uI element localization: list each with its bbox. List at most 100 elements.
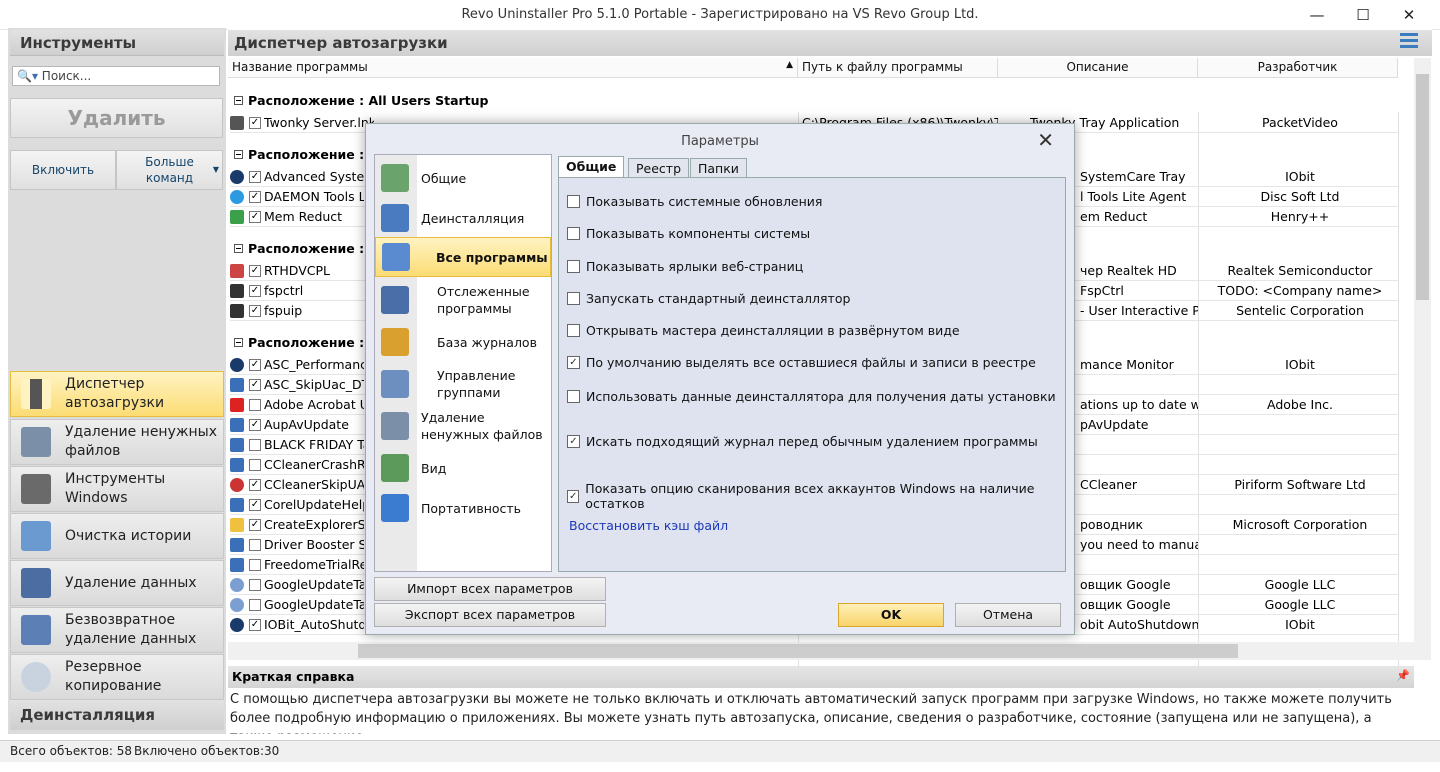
row-checkbox[interactable]: ✓ (249, 285, 261, 297)
option-checkbox[interactable] (567, 292, 580, 305)
import-settings-button[interactable]: Импорт всех параметров (374, 577, 606, 601)
row-checkbox[interactable]: ✓ (249, 479, 261, 491)
nav-all-programs[interactable]: Все программы (375, 237, 551, 277)
program-name: fspuip (264, 303, 303, 318)
tab-general[interactable]: Общие (558, 156, 625, 178)
column-path[interactable]: Путь к файлу программы (798, 58, 998, 78)
option-row[interactable]: Запускать стандартный деинсталлятор (567, 291, 850, 306)
program-developer: Henry++ (1270, 209, 1330, 224)
search-input[interactable]: 🔍▾ Поиск... (12, 66, 220, 86)
row-checkbox[interactable] (249, 559, 261, 571)
group-header[interactable]: Расположение : Re (234, 241, 387, 256)
uninstall-icon (381, 204, 409, 232)
nav-junk-files[interactable]: Удаление ненужных файлов (375, 406, 551, 446)
program-name: DAEMON Tools L (264, 189, 364, 204)
tab-folders[interactable]: Папки (690, 158, 747, 178)
tool-windows-tools[interactable]: Инструменты Windows (10, 466, 224, 512)
collapse-icon (234, 338, 243, 347)
ok-button[interactable]: OK (838, 603, 944, 627)
row-checkbox[interactable]: ✓ (249, 117, 261, 129)
tab-registry[interactable]: Реестр (628, 158, 690, 178)
option-row[interactable]: ✓ Показать опцию сканирования всех аккаун… (567, 481, 1065, 511)
row-checkbox[interactable]: ✓ (249, 619, 261, 631)
option-checkbox[interactable]: ✓ (567, 489, 580, 503)
row-checkbox[interactable] (249, 399, 261, 411)
collapse-icon (234, 150, 243, 159)
column-name[interactable]: Название программы ▲ (228, 58, 798, 78)
row-checkbox[interactable] (249, 439, 261, 451)
option-row[interactable]: Показывать системные обновления (567, 194, 822, 209)
tool-junk-files[interactable]: Удаление ненужных файлов (10, 419, 224, 465)
nav-tracked-programs[interactable]: Отслеженные программы (375, 280, 551, 320)
panel-title: Диспетчер автозагрузки (228, 30, 1432, 56)
junk-files-icon (381, 412, 409, 440)
option-checkbox[interactable] (567, 227, 580, 240)
nav-group-management[interactable]: Управление группами (375, 364, 551, 404)
uninstall-section-header[interactable]: Деинсталляция (10, 700, 224, 730)
row-checkbox[interactable] (249, 459, 261, 471)
tools-header: Инструменты (10, 30, 224, 56)
nav-uninstall[interactable]: Деинсталляция (375, 198, 551, 238)
row-checkbox[interactable]: ✓ (249, 211, 261, 223)
enabled-count: Включено объектов:30 (134, 744, 280, 758)
option-checkbox[interactable] (567, 260, 580, 273)
row-checkbox[interactable] (249, 599, 261, 611)
option-label: По умолчанию выделять все оставшиеся фай… (586, 355, 1036, 370)
vertical-scrollbar[interactable] (1414, 58, 1431, 660)
option-checkbox[interactable]: ✓ (567, 356, 580, 369)
cancel-button[interactable]: Отмена (955, 603, 1061, 627)
group-header[interactable]: Расположение : Re (234, 147, 387, 162)
program-description: CCleaner (1080, 477, 1138, 492)
row-checkbox[interactable]: ✓ (249, 379, 261, 391)
horizontal-scrollbar[interactable] (228, 642, 1414, 660)
row-checkbox[interactable]: ✓ (249, 519, 261, 531)
option-row[interactable]: Открывать мастера деинсталляции в развёр… (567, 323, 960, 338)
row-checkbox[interactable] (249, 539, 261, 551)
row-checkbox[interactable]: ✓ (249, 265, 261, 277)
option-row[interactable]: ✓ По умолчанию выделять все оставшиеся фа… (567, 355, 1036, 370)
tool-backup[interactable]: Резервное копирование (10, 654, 224, 700)
nav-portability[interactable]: Портативность (375, 488, 551, 528)
minimize-button[interactable]: — (1294, 0, 1340, 30)
row-checkbox[interactable] (249, 579, 261, 591)
option-row[interactable]: Использовать данные деинсталлятора для п… (567, 389, 1056, 404)
restore-cache-link[interactable]: Восстановить кэш файл (569, 518, 728, 533)
tool-data-removal[interactable]: Удаление данных (10, 560, 224, 606)
row-checkbox[interactable]: ✓ (249, 419, 261, 431)
row-checkbox[interactable]: ✓ (249, 359, 261, 371)
nav-logs-database[interactable]: База журналов (375, 322, 551, 362)
program-developer: Realtek Semiconductor (1227, 263, 1373, 278)
column-developer[interactable]: Разработчик (1198, 58, 1398, 78)
delete-button[interactable]: Удалить (10, 98, 223, 138)
option-row[interactable]: Показывать компоненты системы (567, 226, 810, 241)
nav-view[interactable]: Вид (375, 448, 551, 488)
tool-secure-delete[interactable]: Безвозвратное удаление данных (10, 607, 224, 653)
row-checkbox[interactable]: ✓ (249, 171, 261, 183)
enable-button[interactable]: Включить (10, 150, 116, 190)
menu-icon[interactable] (1400, 33, 1418, 49)
group-header[interactable]: Расположение : All Users Startup (234, 93, 489, 108)
pin-icon[interactable]: 📌 (1396, 669, 1410, 682)
option-row[interactable]: Показывать ярлыки веб-страниц (567, 259, 803, 274)
option-row[interactable]: ✓ Искать подходящий журнал перед обычным … (567, 434, 1038, 449)
close-button[interactable]: ✕ (1386, 0, 1432, 30)
scrollbar-thumb[interactable] (1416, 74, 1429, 300)
more-commands-button[interactable]: Больше команд ▼ (116, 150, 223, 190)
row-checkbox[interactable]: ✓ (249, 305, 261, 317)
program-developer: TODO: <Company name> (1217, 283, 1383, 298)
export-settings-button[interactable]: Экспорт всех параметров (374, 603, 606, 627)
dialog-close-icon[interactable]: ✕ (1037, 128, 1054, 152)
nav-general[interactable]: Общие (375, 158, 551, 198)
row-checkbox[interactable]: ✓ (249, 191, 261, 203)
option-checkbox[interactable] (567, 324, 580, 337)
tool-history-cleaner[interactable]: Очистка истории (10, 513, 224, 559)
option-checkbox[interactable] (567, 390, 580, 403)
scrollbar-thumb[interactable] (358, 644, 1238, 658)
option-checkbox[interactable]: ✓ (567, 435, 580, 448)
option-checkbox[interactable] (567, 195, 580, 208)
maximize-button[interactable]: ☐ (1340, 0, 1386, 30)
column-description[interactable]: Описание (998, 58, 1198, 78)
row-checkbox[interactable]: ✓ (249, 499, 261, 511)
tool-startup-manager[interactable]: Диспетчер автозагрузки (10, 371, 224, 417)
group-header[interactable]: Расположение : За (234, 335, 386, 350)
